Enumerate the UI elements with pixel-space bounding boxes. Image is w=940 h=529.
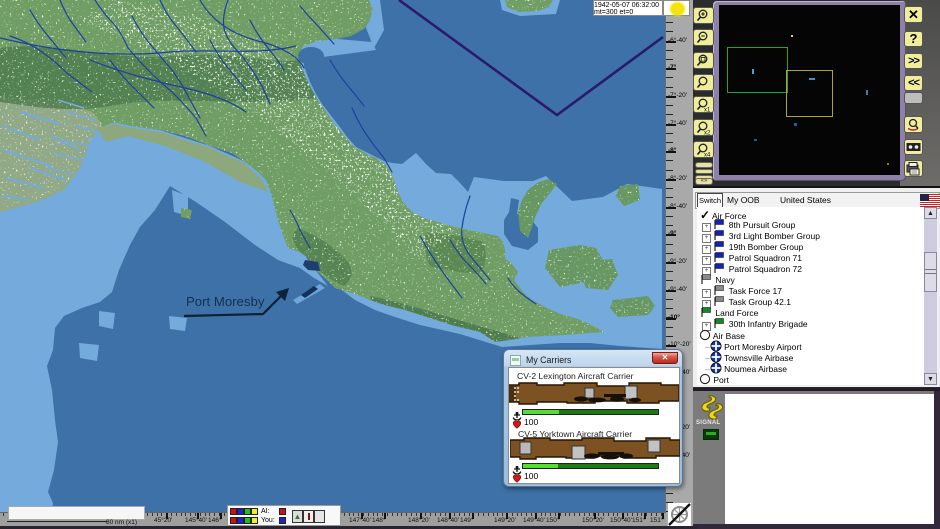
svg-text:x4: x4: [704, 152, 711, 157]
svg-text:x2: x2: [704, 130, 711, 135]
svg-text:x1: x1: [704, 108, 711, 113]
svg-text:Port Moresby: Port Moresby: [186, 294, 265, 309]
